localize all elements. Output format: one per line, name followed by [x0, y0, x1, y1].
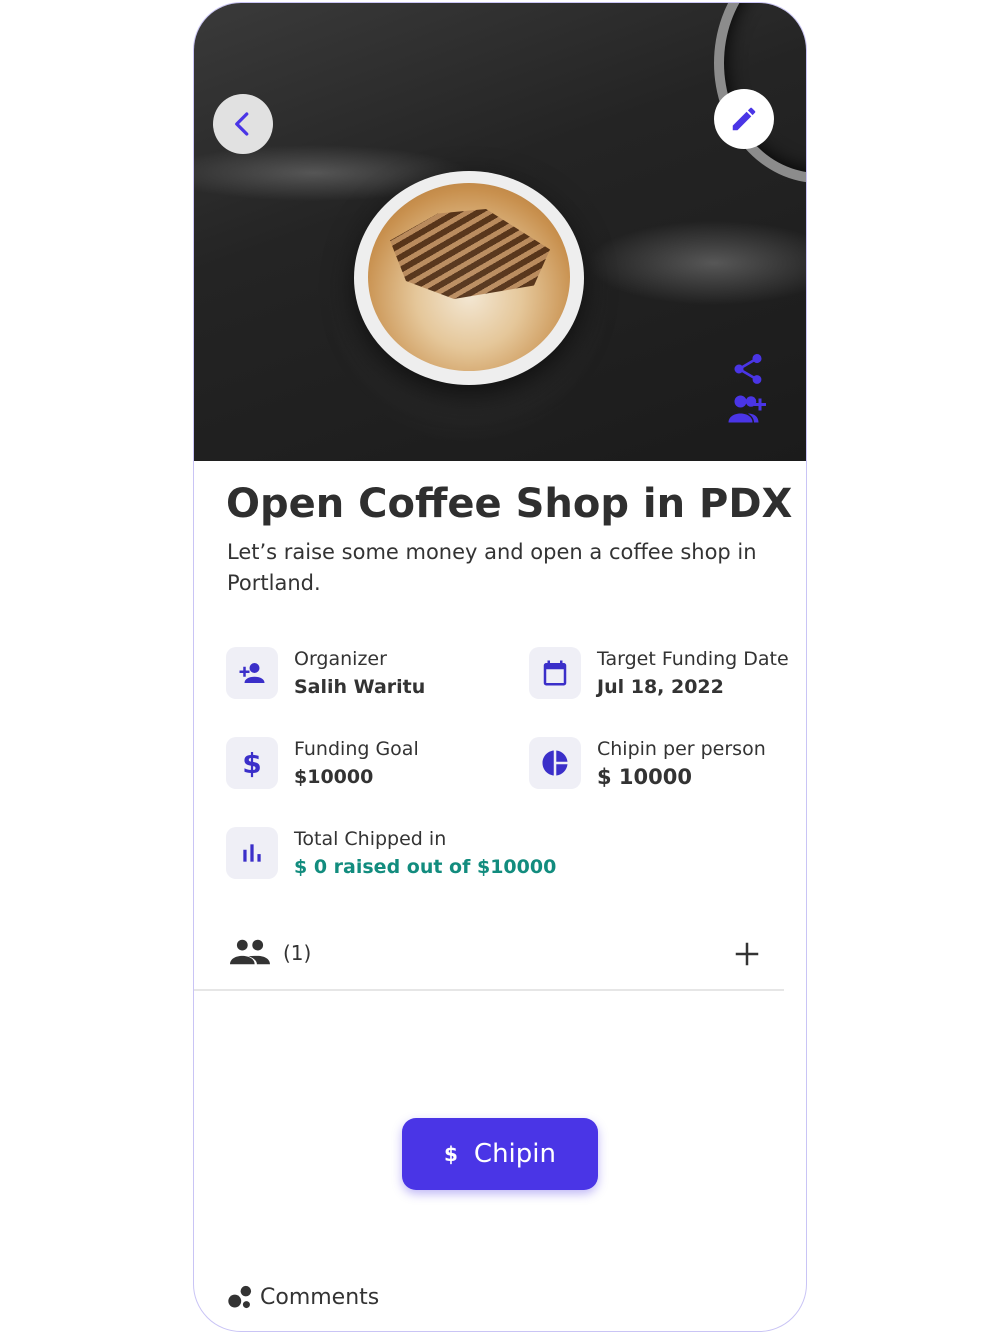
- chevron-left-icon: [235, 112, 249, 136]
- funding-goal-value: $10000: [294, 766, 374, 788]
- invite-members-button[interactable]: [726, 391, 770, 427]
- total-chipped-icon-tile: [226, 827, 278, 879]
- phone-frame: Open Coffee Shop in PDX Let’s raise some…: [193, 2, 807, 1332]
- cover-image-latte-art: [390, 209, 550, 299]
- comments-link[interactable]: Comments: [226, 1283, 379, 1311]
- per-person-icon-tile: [529, 737, 581, 789]
- campaign-title: Open Coffee Shop in PDX: [226, 481, 793, 527]
- total-chipped-value: $ 0 raised out of $10000: [294, 856, 557, 878]
- funding-goal-label: Funding Goal: [294, 738, 419, 760]
- per-person-value: $ 10000: [597, 765, 692, 789]
- people-icon: [230, 939, 270, 965]
- campaign-cover-image: [194, 3, 806, 461]
- target-date-label: Target Funding Date: [597, 648, 789, 670]
- funding-goal-icon-tile: $: [226, 737, 278, 789]
- pie-chart-icon: [542, 750, 568, 776]
- per-person-info: Chipin per person $ 10000: [529, 737, 766, 791]
- organizer-info: Organizer Salih Waritu: [226, 647, 425, 701]
- bubbles-icon: [228, 1285, 252, 1309]
- cover-image-coffee-cup: [354, 171, 584, 385]
- chipin-button-label: Chipin: [473, 1139, 556, 1169]
- back-button[interactable]: [213, 94, 273, 154]
- campaign-description: Let’s raise some money and open a coffee…: [227, 540, 757, 595]
- target-date-info: Target Funding Date Jul 18, 2022: [529, 647, 789, 701]
- funding-goal-info: $ Funding Goal $10000: [226, 737, 419, 791]
- members-row: (1): [194, 919, 784, 991]
- total-chipped-info: Total Chipped in $ 0 raised out of $1000…: [226, 827, 556, 881]
- members-count: (1): [283, 941, 312, 965]
- person-add-icon: [239, 663, 265, 683]
- chipin-button[interactable]: $ Chipin: [402, 1118, 598, 1190]
- add-member-button[interactable]: [732, 939, 762, 973]
- edit-button[interactable]: [714, 89, 774, 149]
- members-button[interactable]: [230, 937, 270, 971]
- dollar-icon: $: [242, 746, 262, 780]
- share-icon: [734, 353, 762, 384]
- per-person-label: Chipin per person: [597, 738, 766, 760]
- calendar-icon: [543, 660, 567, 686]
- comments-label: Comments: [260, 1284, 380, 1310]
- pencil-icon: [732, 107, 756, 131]
- group-add-icon: [728, 395, 766, 423]
- organizer-name: Salih Waritu: [294, 676, 426, 698]
- plus-icon: [735, 942, 759, 966]
- organizer-label: Organizer: [294, 648, 387, 670]
- target-date-value: Jul 18, 2022: [597, 676, 724, 698]
- target-date-icon-tile: [529, 647, 581, 699]
- total-chipped-label: Total Chipped in: [294, 828, 447, 850]
- bar-chart-icon: [243, 844, 261, 862]
- share-button[interactable]: [728, 349, 768, 389]
- organizer-icon-tile: [226, 647, 278, 699]
- dollar-icon: $: [444, 1142, 458, 1166]
- cover-image-coffee: [368, 183, 570, 371]
